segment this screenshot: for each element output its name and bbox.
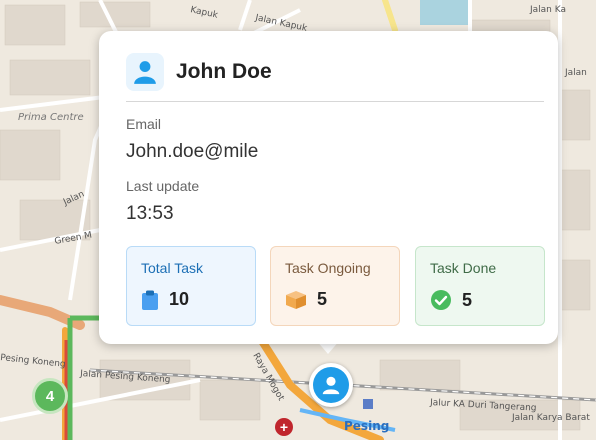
cluster-marker[interactable]: 4	[32, 378, 68, 414]
avatar	[126, 53, 164, 91]
box-icon	[286, 290, 306, 309]
user-popup: John Doe Email John.doe@mile Last update…	[99, 31, 558, 344]
email-label: Email	[126, 116, 162, 132]
user-name: John Doe	[176, 60, 272, 83]
last-update-value: 13:53	[126, 203, 174, 224]
task-done-value: 5	[462, 289, 473, 310]
email-value: John.doe@mile	[126, 141, 259, 162]
task-done-title: Task Done	[430, 260, 497, 276]
total-task-title: Total Task	[141, 260, 203, 276]
user-icon	[322, 376, 340, 395]
svg-text:Jalan Ka: Jalan Ka	[529, 5, 566, 15]
clipboard-icon	[142, 290, 158, 310]
task-ongoing-value: 5	[317, 289, 328, 309]
svg-text:Pesing: Pesing	[344, 419, 389, 433]
check-circle-icon	[431, 290, 451, 310]
task-ongoing-card: Task Ongoing 5	[270, 246, 400, 326]
total-task-value: 10	[169, 289, 190, 309]
svg-text:Jalan: Jalan	[564, 68, 587, 78]
total-task-card: Total Task 10	[126, 246, 256, 326]
popup-header: John Doe	[126, 51, 544, 102]
user-location-marker[interactable]	[309, 363, 353, 407]
svg-text:Prima Centre: Prima Centre	[18, 112, 84, 123]
hospital-icon[interactable]: +	[275, 418, 293, 436]
task-done-card: Task Done 5	[415, 246, 545, 326]
cluster-count: 4	[45, 387, 55, 405]
person-icon	[134, 61, 156, 84]
svg-text:Jalan Karya Barat: Jalan Karya Barat	[511, 413, 590, 423]
task-ongoing-title: Task Ongoing	[285, 260, 371, 276]
last-update-label: Last update	[126, 178, 200, 194]
